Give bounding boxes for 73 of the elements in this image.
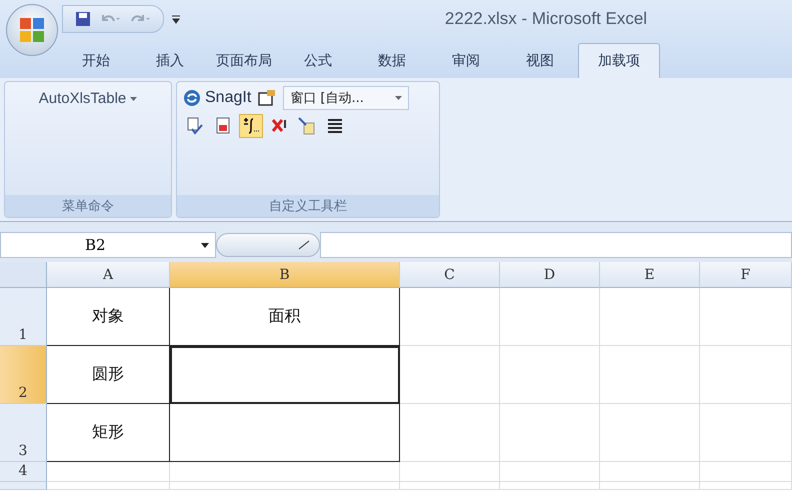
empty-cell[interactable] [700,462,792,482]
window-dropdown[interactable]: 窗口 [自动... [283,86,410,110]
snagit-button[interactable]: SnagIt [183,89,252,107]
customize-caret-icon[interactable] [172,14,180,24]
empty-cell[interactable] [700,346,792,404]
table-cell[interactable]: 对象 [47,288,170,346]
ribbon-tab[interactable]: 页面布局 [208,44,280,78]
snagit-logo-icon [183,89,201,107]
office-logo-icon [19,17,45,43]
ribbon-tab[interactable]: 审阅 [430,44,502,78]
column-header[interactable]: B [170,262,400,288]
caret-icon [130,96,138,100]
row-header[interactable]: 1 [0,288,47,346]
empty-cell[interactable] [500,482,600,490]
office-button[interactable] [6,4,58,56]
insert-function-button[interactable] [216,233,320,257]
column-header[interactable]: A [47,262,170,288]
empty-cell[interactable] [600,288,700,346]
table-cell[interactable]: 面积 [170,288,400,346]
group-label: 菜单命令 [5,195,171,217]
row-header[interactable]: 2 [0,346,47,404]
empty-cell[interactable] [400,346,500,404]
empty-cell[interactable] [700,482,792,490]
ribbon-tab[interactable]: 加载项 [578,43,660,78]
empty-cell[interactable] [170,482,400,490]
column-header[interactable]: F [700,262,792,288]
group-label: 自定义工具栏 [177,195,439,217]
ribbon-tab[interactable]: 插入 [134,44,206,78]
ribbon-tab[interactable]: 开始 [60,44,132,78]
empty-cell[interactable] [400,404,500,462]
wand-icon [298,117,316,135]
window-capture-icon[interactable] [257,89,278,107]
name-box[interactable]: B2 [0,232,216,258]
row-header[interactable]: 3 [0,404,47,462]
empty-cell[interactable] [600,482,700,490]
list-icon [326,117,344,135]
ribbon-tab[interactable]: 公式 [282,44,354,78]
empty-cell[interactable] [400,462,500,482]
table-cell[interactable] [170,346,400,404]
window-title: 2222.xlsx - Microsoft Excel [444,9,648,29]
empty-cell[interactable] [400,288,500,346]
empty-cell[interactable] [500,346,600,404]
select-all-corner[interactable] [0,262,47,288]
table-cell[interactable] [170,404,400,462]
empty-cell[interactable] [700,404,792,462]
empty-cell[interactable] [600,462,700,482]
column-header[interactable]: C [400,262,500,288]
row-header[interactable] [0,482,47,490]
empty-cell[interactable] [600,346,700,404]
column-header[interactable]: D [500,262,600,288]
ribbon-tab[interactable]: 数据 [356,44,428,78]
cross-icon [270,117,288,135]
document-check-icon [186,117,204,135]
save-icon[interactable] [75,11,91,27]
table-cell[interactable]: 矩形 [47,404,170,462]
ribbon-tab[interactable]: 视图 [504,44,576,78]
document-icon [214,117,232,135]
empty-cell[interactable] [600,404,700,462]
column-header[interactable]: E [600,262,700,288]
empty-cell[interactable] [700,288,792,346]
empty-cell[interactable] [500,404,600,462]
caret-icon [201,242,209,248]
integral-icon [242,117,260,135]
toolbar-button[interactable] [239,114,263,138]
empty-cell[interactable] [500,462,600,482]
empty-cell[interactable] [400,482,500,490]
empty-cell[interactable] [500,288,600,346]
empty-cell[interactable] [170,462,400,482]
table-cell[interactable]: 圆形 [47,346,170,404]
row-header[interactable]: 4 [0,462,47,482]
caret-icon [395,96,402,100]
formula-input-field[interactable] [320,232,792,258]
autoxlstable-menu-button[interactable]: AutoXlsTable [34,88,142,109]
